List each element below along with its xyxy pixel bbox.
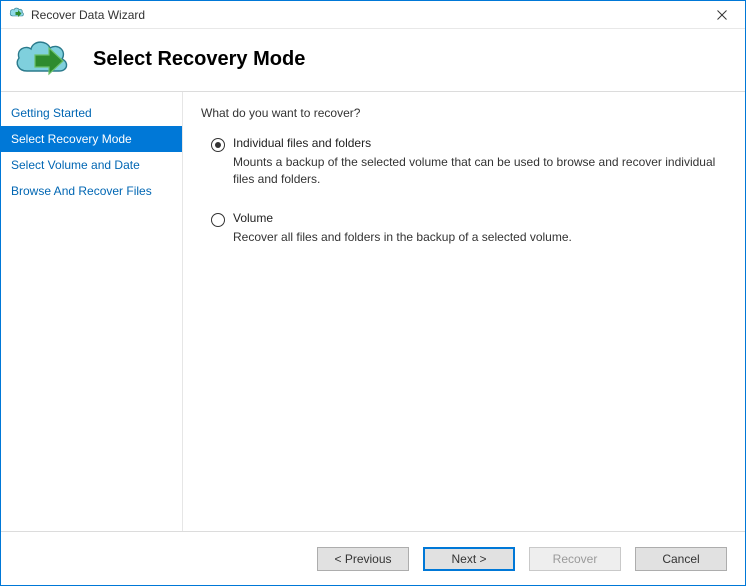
main-panel: What do you want to recover? Individual … <box>183 92 745 531</box>
next-button[interactable]: Next > <box>423 547 515 571</box>
page-title: Select Recovery Mode <box>93 48 305 71</box>
cancel-button[interactable]: Cancel <box>635 547 727 571</box>
window-title: Recover Data Wizard <box>31 8 145 22</box>
previous-button[interactable]: < Previous <box>317 547 409 571</box>
sidebar-item-label: Getting Started <box>11 106 92 120</box>
cloud-icon <box>9 6 25 23</box>
button-label: < Previous <box>334 552 391 566</box>
option-content: Individual files and folders Mounts a ba… <box>233 136 727 189</box>
sidebar: Getting Started Select Recovery Mode Sel… <box>1 92 183 531</box>
sidebar-item-label: Select Volume and Date <box>11 158 140 172</box>
option-volume[interactable]: Volume Recover all files and folders in … <box>211 211 727 246</box>
radio-individual-files[interactable] <box>211 138 225 152</box>
button-label: Recover <box>553 552 598 566</box>
close-button[interactable] <box>705 1 739 28</box>
header: Select Recovery Mode <box>1 29 745 91</box>
button-label: Next > <box>451 552 486 566</box>
sidebar-item-browse-and-recover-files[interactable]: Browse And Recover Files <box>1 178 182 204</box>
sidebar-item-label: Select Recovery Mode <box>11 132 132 146</box>
body: Getting Started Select Recovery Mode Sel… <box>1 91 745 531</box>
option-individual-files[interactable]: Individual files and folders Mounts a ba… <box>211 136 727 189</box>
radio-volume[interactable] <box>211 213 225 227</box>
footer: < Previous Next > Recover Cancel <box>1 531 745 585</box>
option-label: Individual files and folders <box>233 136 727 150</box>
sidebar-item-select-recovery-mode[interactable]: Select Recovery Mode <box>1 126 182 152</box>
sidebar-item-label: Browse And Recover Files <box>11 184 152 198</box>
sidebar-item-getting-started[interactable]: Getting Started <box>1 100 182 126</box>
option-label: Volume <box>233 211 727 225</box>
option-description: Mounts a backup of the selected volume t… <box>233 154 727 189</box>
option-description: Recover all files and folders in the bac… <box>233 229 727 246</box>
wizard-window: Recover Data Wizard Select Recovery Mode… <box>0 0 746 586</box>
prompt-label: What do you want to recover? <box>201 106 727 120</box>
button-label: Cancel <box>662 552 699 566</box>
recover-button: Recover <box>529 547 621 571</box>
sidebar-item-select-volume-and-date[interactable]: Select Volume and Date <box>1 152 182 178</box>
titlebar: Recover Data Wizard <box>1 1 745 29</box>
option-content: Volume Recover all files and folders in … <box>233 211 727 246</box>
cloud-arrow-icon <box>13 37 71 81</box>
